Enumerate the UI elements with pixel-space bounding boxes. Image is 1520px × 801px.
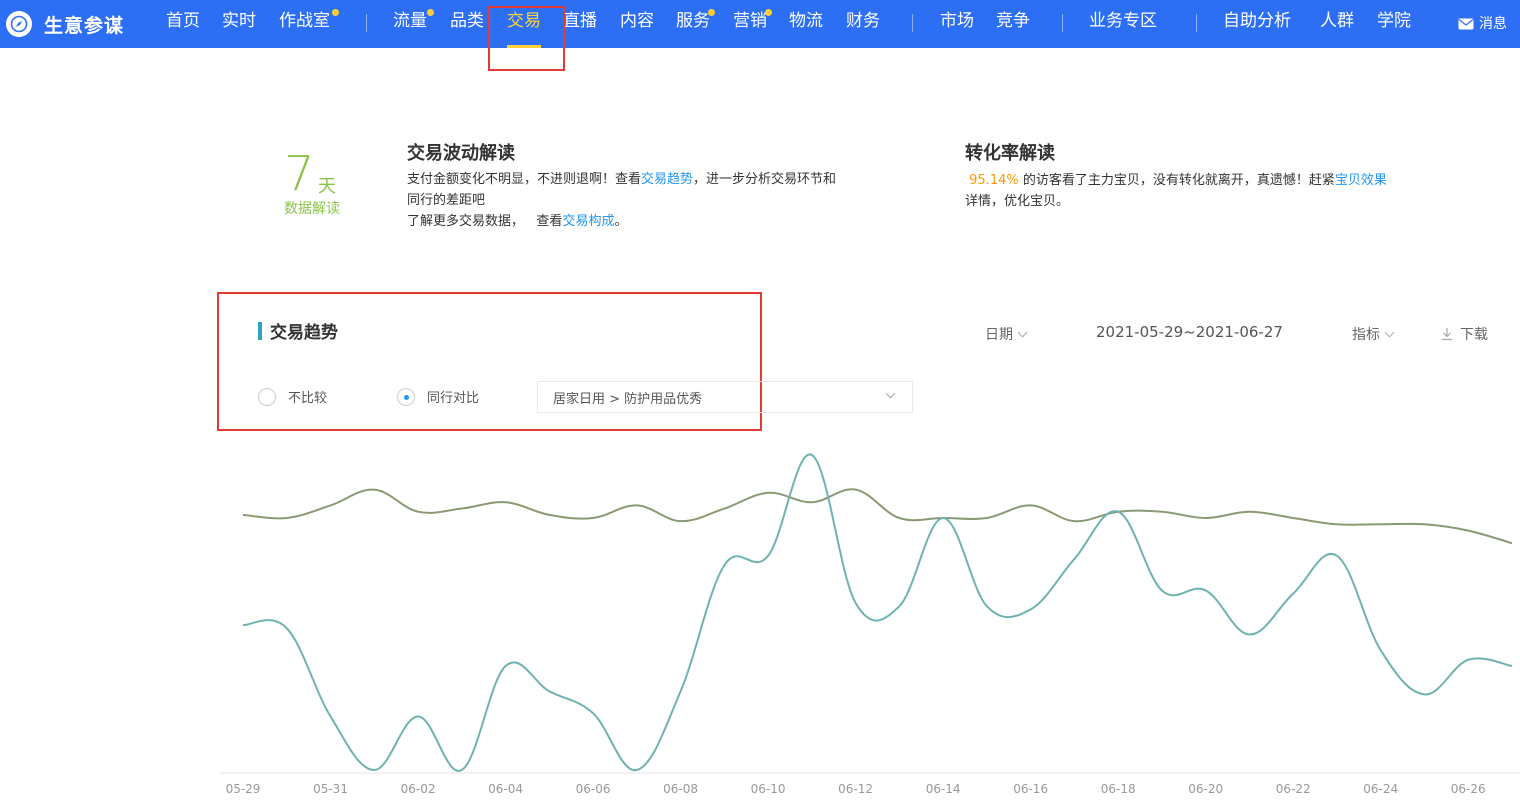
trade-insight-body: 支付金额变化不明显，不进则退啊！查看交易趋势，进一步分析交易环节和 同行的差距吧… — [407, 169, 917, 232]
trade-insight-text: 了解更多交易数据， — [407, 214, 525, 229]
trade-insight-title: 交易波动解读 — [407, 143, 515, 164]
metric-filter-label: 指标 — [1352, 327, 1380, 343]
trade-insight-text: ，进一步分析交易环节和 — [693, 172, 837, 187]
conversion-insight-text: 详情，优化宝贝。 — [965, 194, 1070, 209]
nav-item-finance[interactable]: 财务 — [846, 0, 880, 48]
message-label: 消息 — [1479, 16, 1507, 32]
date-filter-dropdown[interactable]: 日期 — [985, 324, 1028, 344]
x-tick-label: 06-16 — [1013, 782, 1048, 796]
item-effect-link[interactable]: 宝贝效果 — [1335, 173, 1387, 188]
conversion-insight-text: 的访客看了主力宝贝，没有转化就离开，真遗憾！赶紧 — [1018, 173, 1335, 188]
nav-item-market[interactable]: 市场 — [940, 0, 974, 48]
compare-none-radio[interactable]: 不比较 — [258, 387, 327, 406]
x-tick-label: 06-06 — [576, 782, 611, 796]
x-tick-label: 05-29 — [226, 782, 261, 796]
x-tick-label: 05-31 — [313, 782, 348, 796]
nav-item-war-room[interactable]: 作战室 — [279, 0, 330, 48]
nav-item-content[interactable]: 内容 — [620, 0, 654, 48]
trade-insight-text: 查看 — [536, 214, 563, 229]
mail-icon — [1458, 18, 1474, 30]
category-select-value: 居家日用 > 防护用品优秀 — [553, 391, 703, 407]
x-tick-layer: 05-29 05-31 06-02 06-04 06-06 06-08 06-10 06-12… — [226, 782, 1486, 796]
nav-item-category[interactable]: 品类 — [450, 0, 484, 48]
nav-item-self-analysis[interactable]: 自助分析 — [1223, 0, 1291, 48]
x-tick-label: 06-18 — [1101, 782, 1136, 796]
chevron-down-icon — [1384, 327, 1395, 337]
nav-item-crowd[interactable]: 人群 — [1320, 0, 1354, 48]
download-icon — [1442, 328, 1452, 341]
nav-item-competition[interactable]: 竞争 — [996, 0, 1030, 48]
nav-item-business-zone[interactable]: 业务专区 — [1089, 0, 1157, 48]
series-layer — [242, 453, 1513, 772]
conversion-insight-body: 95.14% 的访客看了主力宝贝，没有转化就离开，真遗憾！赶紧宝贝效果 详情，优… — [965, 170, 1485, 212]
trade-insight-text: 支付金额变化不明显，不进则退啊！查看 — [407, 172, 642, 187]
metric-filter-dropdown[interactable]: 指标 — [1352, 324, 1395, 344]
nav-separator — [912, 14, 913, 32]
message-button[interactable]: 消息 — [1458, 0, 1507, 48]
nav-item-live[interactable]: 直播 — [563, 0, 597, 48]
radio-unchecked-icon — [258, 387, 276, 406]
nav-separator — [366, 14, 367, 32]
nav-item-logistics[interactable]: 物流 — [789, 0, 823, 48]
download-label: 下载 — [1460, 327, 1488, 343]
nav-new-dot — [332, 9, 339, 16]
nav-item-trade[interactable]: 交易 — [507, 0, 541, 48]
chevron-down-icon — [885, 388, 896, 399]
x-tick-label: 06-26 — [1451, 782, 1486, 796]
x-tick-label: 06-12 — [838, 782, 873, 796]
radio-checked-icon — [397, 387, 415, 406]
category-select[interactable]: 居家日用 > 防护用品优秀 — [537, 381, 913, 413]
x-tick-label: 06-22 — [1276, 782, 1311, 796]
x-tick-label: 06-02 — [401, 782, 436, 796]
seven-day-badge: 7 天 数据解读 — [284, 150, 364, 218]
nav-new-dot — [708, 9, 715, 16]
trade-insight-text: 。 — [614, 214, 628, 229]
download-button[interactable]: 下载 — [1440, 324, 1488, 344]
trend-title-text: 交易趋势 — [270, 323, 338, 343]
nav-separator — [1196, 14, 1197, 32]
brand-name: 生意参谋 — [44, 14, 125, 37]
compass-logo-icon — [6, 11, 32, 37]
x-tick-label: 06-20 — [1188, 782, 1223, 796]
conversion-insight-title: 转化率解读 — [965, 143, 1055, 164]
title-accent-bar — [258, 321, 262, 340]
trade-trend-link[interactable]: 交易趋势 — [641, 172, 693, 187]
x-tick-label: 06-04 — [488, 782, 523, 796]
nav-item-academy[interactable]: 学院 — [1377, 0, 1411, 48]
date-range-display[interactable]: 2021-05-29~2021-06-27 — [1096, 323, 1283, 341]
x-tick-label: 06-14 — [926, 782, 961, 796]
trade-trend-chart: 05-29 05-31 06-02 06-04 06-06 06-08 06-10 06-12… — [220, 453, 1520, 796]
x-tick-label: 06-08 — [663, 782, 698, 796]
nav-separator — [1062, 14, 1063, 32]
nav-new-dot — [427, 9, 434, 16]
compare-peer-radio[interactable]: 同行对比 — [397, 387, 479, 406]
trend-section-title: 交易趋势 — [258, 318, 338, 343]
top-nav-bar: 生意参谋 首页 实时 作战室 流量 品类 交易 直播 内容 服务 营销 物流 财… — [0, 0, 1520, 48]
nav-item-traffic[interactable]: 流量 — [393, 0, 427, 48]
x-tick-label: 06-10 — [751, 782, 786, 796]
conversion-rate: 95.14% — [969, 173, 1019, 188]
nav-item-realtime[interactable]: 实时 — [222, 0, 256, 48]
days-unit: 天 — [318, 176, 336, 197]
nav-item-marketing[interactable]: 营销 — [733, 0, 767, 48]
nav-new-dot — [765, 9, 772, 16]
trade-insight-text: 同行的差距吧 — [407, 193, 486, 208]
days-label: 数据解读 — [284, 201, 340, 217]
x-tick-label: 06-24 — [1363, 782, 1398, 796]
nav-item-home[interactable]: 首页 — [166, 0, 200, 48]
compare-none-label: 不比较 — [288, 391, 328, 406]
trade-composition-link[interactable]: 交易构成 — [562, 214, 614, 229]
chevron-down-icon — [1017, 327, 1028, 337]
brand[interactable]: 生意参谋 — [6, 0, 124, 48]
date-filter-label: 日期 — [985, 327, 1013, 343]
compare-peer-label: 同行对比 — [427, 391, 480, 406]
series-line-0 — [242, 488, 1513, 545]
nav-item-service[interactable]: 服务 — [676, 0, 710, 48]
